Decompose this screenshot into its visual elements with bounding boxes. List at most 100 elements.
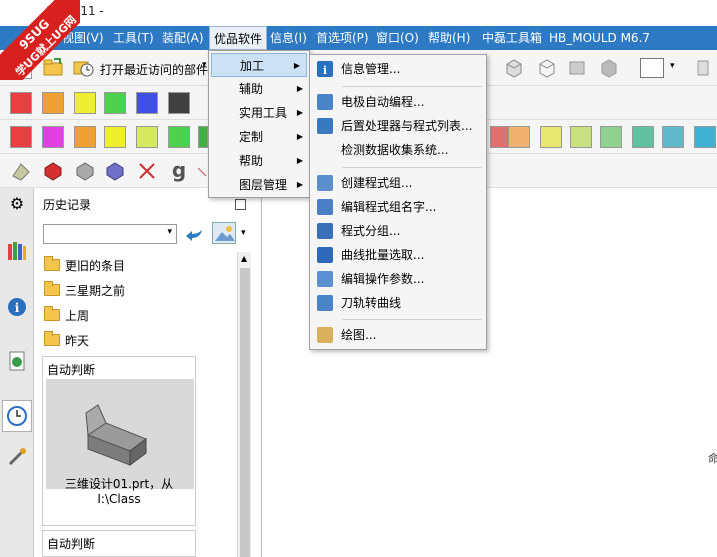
submenu-electrode-programming[interactable]: 电极自动编程... [310,90,486,114]
web-document-icon[interactable] [4,348,30,374]
menu-assembly[interactable]: 装配(A) [158,26,208,50]
info-round-icon[interactable]: i [4,294,30,320]
color-red-swatch[interactable] [10,92,32,114]
info-icon: i [317,61,333,77]
menu-preferences[interactable]: 首选项(P) [312,26,373,50]
cube-icon[interactable] [503,57,525,79]
pattern-icon[interactable] [197,160,208,182]
back-arrow-icon[interactable] [184,224,206,244]
edit-params-icon [317,271,333,287]
submenu-edit-group-name[interactable]: 编辑程式组名字... [310,195,486,219]
chevron-down-icon: ▾ [167,227,172,237]
menu-item-utilities[interactable]: 实用工具 ▶ [209,101,309,125]
menu-item-machining[interactable]: 加工 ▶ [211,53,307,77]
color2-red-swatch[interactable] [10,126,32,148]
submenu-create-group[interactable]: 创建程式组... [310,171,486,195]
submenu-toolpath-to-curve[interactable]: 刀轨转曲线 [310,291,486,315]
color3-palelime-swatch[interactable] [570,126,592,148]
menu-tools[interactable]: 工具(T) [109,26,158,50]
color3-palegreen-swatch[interactable] [600,126,622,148]
history-card[interactable]: 自动判断 三维设计01.prt，从 I:\Class [42,356,196,526]
pin-panel-icon[interactable] [235,199,246,210]
recent-parts-label[interactable]: 打开最近访问的部件 [100,61,208,78]
scroll-up-icon[interactable]: ▲ [241,254,247,263]
view-dropdown-icon[interactable]: ▾ [241,228,246,238]
menu-item-auxiliary[interactable]: 辅助 ▶ [209,77,309,101]
history-folder-3weeks[interactable]: 三星期之前 [44,279,125,301]
history-filter-select[interactable]: ▾ [43,224,177,244]
process-tool-icon[interactable] [4,444,30,470]
color3-blue-swatch[interactable] [694,126,716,148]
red-solid-icon[interactable] [42,160,64,182]
library-books-icon[interactable] [4,238,30,264]
image-view-icon[interactable] [212,222,236,244]
submenu-edit-operation-params[interactable]: 编辑操作参数... [310,267,486,291]
color2-lime-swatch[interactable] [136,126,158,148]
gray-solid-icon[interactable] [74,160,96,182]
layer-icon[interactable] [692,57,714,79]
menu-info[interactable]: 信息(I) [266,26,311,50]
recent-dropdown-icon[interactable]: ▾ [202,60,207,70]
color2-darkgreen-swatch[interactable] [198,126,208,148]
folder-icon [44,256,60,271]
menu-youpin-software[interactable]: 优品软件 [209,26,268,50]
color2-magenta-swatch[interactable] [42,126,64,148]
blue-solid-icon[interactable] [104,160,126,182]
color-green-swatch[interactable] [104,92,126,114]
submenu-arrow-icon: ▶ [296,132,303,141]
electrode-icon [317,94,333,110]
color2-green-swatch[interactable] [168,126,190,148]
submenu-separator [342,86,482,87]
history-folder-older[interactable]: 更旧的条目 [44,254,125,276]
submenu-post-processor[interactable]: 后置处理器与程式列表... [310,114,486,138]
folder-icon [44,281,60,296]
folder-label: 昨天 [65,333,90,348]
menu-help[interactable]: 帮助(H) [424,26,474,50]
history-folder-yesterday[interactable]: 昨天 [44,329,89,351]
settings-gear-icon[interactable]: ⚙ [4,190,30,216]
submenu-curve-batch-select[interactable]: 曲线批量选取... [310,243,486,267]
shaded-view-icon[interactable] [598,57,620,79]
menu-hb-mould[interactable]: HB_MOULD M6.7 [545,26,654,50]
color3-peach-swatch[interactable] [508,126,530,148]
submenu-inspection-data[interactable]: 检测数据收集系统... [310,138,486,162]
background-dropdown-icon[interactable]: ▾ [670,61,675,71]
submenu-label: 创建程式组... [341,176,413,190]
menu-window[interactable]: 窗口(O) [372,26,423,50]
scroll-thumb[interactable] [240,268,250,557]
color3-cyan-swatch[interactable] [662,126,684,148]
drawing-icon [317,327,333,343]
menu-item-label: 实用工具 [239,106,288,120]
color-orange-swatch[interactable] [42,92,64,114]
history-card[interactable]: 自动判断 [42,530,196,557]
wireframe-cube-icon[interactable] [536,57,558,79]
color-yellow-swatch[interactable] [74,92,96,114]
delete-cross-icon[interactable] [136,160,158,182]
svg-text:i: i [15,301,20,315]
submenu-arrow-icon: ▶ [293,61,300,70]
submenu-label: 信息管理... [341,62,401,76]
submenu-drawing[interactable]: 绘图... [310,323,486,347]
color2-yellow-swatch[interactable] [104,126,126,148]
submenu-arrow-icon: ▶ [296,156,303,165]
svg-text:i: i [323,64,327,77]
background-color-icon[interactable] [640,58,664,78]
section-view-icon[interactable] [566,57,588,79]
g-letter-icon[interactable]: g [168,158,190,182]
submenu-info-management[interactable]: i 信息管理... [310,57,486,81]
menu-item-layer-management[interactable]: 图层管理 ▶ [209,173,309,197]
menu-item-customize[interactable]: 定制 ▶ [209,125,309,149]
folder-label: 上周 [65,308,90,323]
menu-zhonglei-toolbox[interactable]: 中磊工具箱 [478,26,546,50]
history-folder-lastweek[interactable]: 上周 [44,304,89,326]
color3-paleyellow-swatch[interactable] [540,126,562,148]
color3-teal-swatch[interactable] [632,126,654,148]
color-blue-swatch[interactable] [136,92,158,114]
select-icon[interactable] [10,160,32,182]
color2-orange-swatch[interactable] [74,126,96,148]
history-scrollbar[interactable]: ▲ [237,252,251,557]
menu-item-help[interactable]: 帮助 ▶ [209,149,309,173]
color-dark-gray-swatch[interactable] [168,92,190,114]
submenu-program-grouping[interactable]: 程式分组... [310,219,486,243]
history-clock-icon[interactable] [2,400,32,432]
